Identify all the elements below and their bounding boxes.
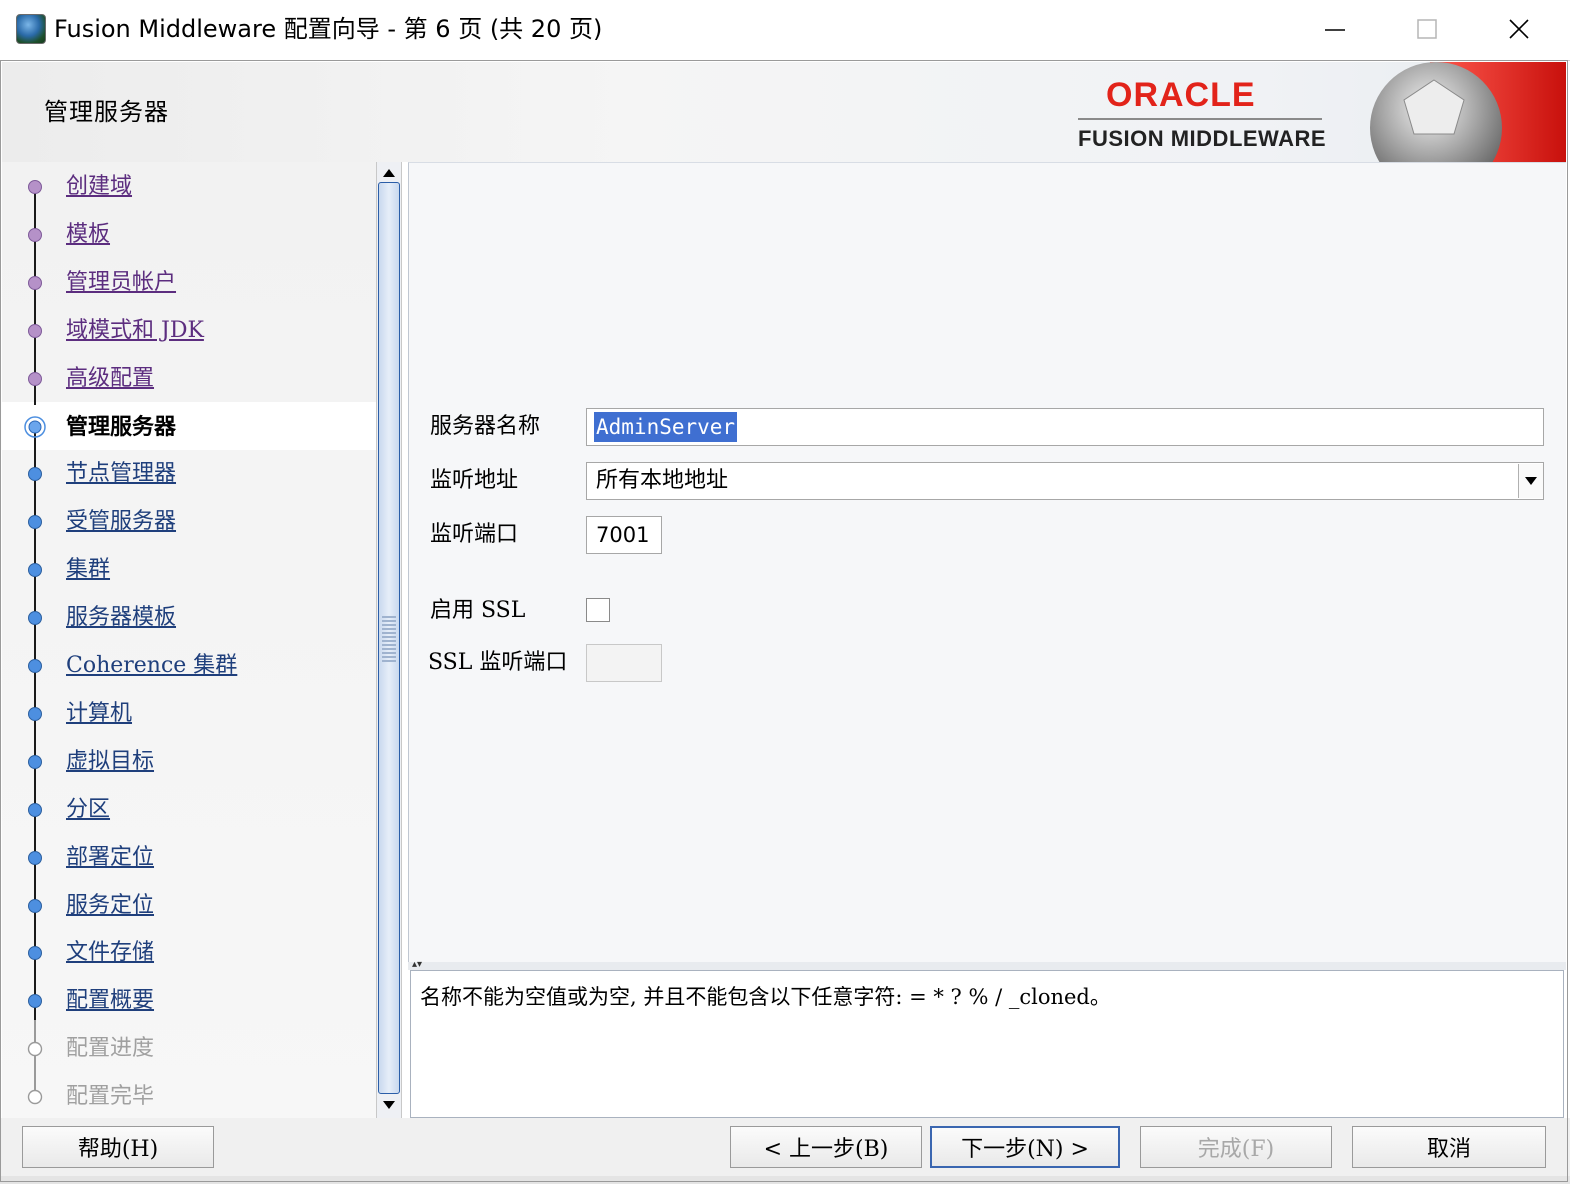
step-status-icon <box>26 513 44 531</box>
close-icon <box>1509 19 1529 39</box>
step-status-icon <box>26 226 44 244</box>
step-link[interactable]: 域模式和 JDK <box>66 316 204 346</box>
close-button[interactable] <box>1474 0 1564 58</box>
oracle-logo-text: ORACLE <box>1106 76 1256 114</box>
step-link[interactable]: 模板 <box>66 220 110 250</box>
step-link: 配置完毕 <box>66 1084 155 1110</box>
step-link[interactable]: 集群 <box>66 555 110 585</box>
enable-ssl-label: 启用 SSL <box>430 598 526 623</box>
step-link[interactable]: 部署定位 <box>66 843 154 873</box>
step-link[interactable]: 节点管理器 <box>66 459 176 489</box>
cancel-button[interactable]: 取消 <box>1352 1126 1546 1168</box>
fusion-middleware-logo-text: FUSION MIDDLEWARE <box>1078 126 1327 151</box>
listen-port-label: 监听端口 <box>430 522 519 547</box>
minimize-button[interactable] <box>1290 0 1380 58</box>
finish-button[interactable]: 完成(F) <box>1140 1126 1332 1168</box>
step-status-icon <box>26 753 44 771</box>
scroll-up-button[interactable] <box>378 164 400 182</box>
step-status-icon <box>26 370 44 388</box>
step-status-icon <box>26 992 44 1010</box>
step-status-icon <box>26 801 44 819</box>
app-globe-icon <box>16 14 46 44</box>
validation-message: 名称不能为空值或为空, 并且不能包含以下任意字符: = * ? % / _clo… <box>420 985 1111 1009</box>
step-link[interactable]: Coherence 集群 <box>66 651 237 681</box>
step-link[interactable]: 服务定位 <box>66 891 154 921</box>
steps-connector-line-disabled <box>34 1020 36 1098</box>
step-status-icon <box>26 897 44 915</box>
header-emblem-graphic <box>1370 62 1566 162</box>
step-link[interactable]: 高级配置 <box>66 364 154 394</box>
wizard-header <box>2 62 1566 162</box>
next-button[interactable]: 下一步(N) > <box>930 1126 1120 1168</box>
server-name-label: 服务器名称 <box>430 414 541 439</box>
maximize-button[interactable] <box>1382 0 1472 58</box>
scroll-down-button[interactable] <box>378 1096 400 1114</box>
step-status-icon <box>26 322 44 340</box>
arrow-up-icon <box>383 169 395 177</box>
step-status-icon <box>26 657 44 675</box>
server-name-value: AdminServer <box>594 412 738 442</box>
step-link[interactable]: 管理员帐户 <box>66 268 176 298</box>
step-link[interactable]: 受管服务器 <box>66 507 176 537</box>
step-link: 配置进度 <box>66 1036 155 1062</box>
logo-divider <box>1078 118 1322 120</box>
step-link[interactable]: 文件存储 <box>66 938 154 968</box>
step-status-icon <box>26 465 44 483</box>
listen-port-value: 7001 <box>596 523 650 547</box>
step-status-icon <box>26 178 44 196</box>
listen-address-dropdown-button[interactable] <box>1518 464 1543 498</box>
ssl-port-input[interactable] <box>586 644 662 682</box>
arrow-down-icon <box>383 1101 395 1109</box>
page-title: 管理服务器 <box>44 98 169 126</box>
step-link[interactable]: 计算机 <box>66 699 132 729</box>
listen-address-select[interactable] <box>586 462 1544 500</box>
step-status-icon <box>26 944 44 962</box>
current-step-highlight <box>2 402 376 450</box>
listen-address-value: 所有本地地址 <box>596 468 729 493</box>
splitter-grip-icon: ▴▾ <box>412 959 423 970</box>
chevron-down-icon <box>1525 477 1537 485</box>
step-link[interactable]: 虚拟目标 <box>66 747 154 777</box>
step-status-icon <box>26 1088 44 1106</box>
step-status-icon <box>26 561 44 579</box>
step-link: 管理服务器 <box>66 413 177 440</box>
step-status-icon <box>26 274 44 292</box>
wizard-steps-panel <box>2 162 376 1118</box>
step-status-icon <box>26 849 44 867</box>
content-pane <box>408 162 1566 962</box>
window-bottom-edge <box>0 1176 1570 1184</box>
step-link[interactable]: 服务器模板 <box>66 603 176 633</box>
pane-splitter[interactable] <box>408 962 1566 970</box>
help-button[interactable]: 帮助(H) <box>22 1126 214 1168</box>
enable-ssl-checkbox[interactable] <box>586 598 610 622</box>
maximize-icon <box>1417 19 1437 39</box>
step-link[interactable]: 创建域 <box>66 172 132 202</box>
step-link[interactable]: 配置概要 <box>66 986 154 1016</box>
minimize-icon <box>1325 29 1345 31</box>
step-status-icon <box>26 705 44 723</box>
step-link[interactable]: 分区 <box>66 795 110 825</box>
listen-address-label: 监听地址 <box>430 468 519 493</box>
window-title: Fusion Middleware 配置向导 - 第 6 页 (共 20 页) <box>54 15 603 43</box>
ssl-port-label: SSL 监听端口 <box>428 650 568 675</box>
step-status-icon <box>26 609 44 627</box>
step-status-icon <box>26 1040 44 1058</box>
back-button[interactable]: < 上一步(B) <box>730 1126 922 1168</box>
step-status-icon <box>24 415 46 438</box>
scrollbar-grip <box>382 616 396 662</box>
